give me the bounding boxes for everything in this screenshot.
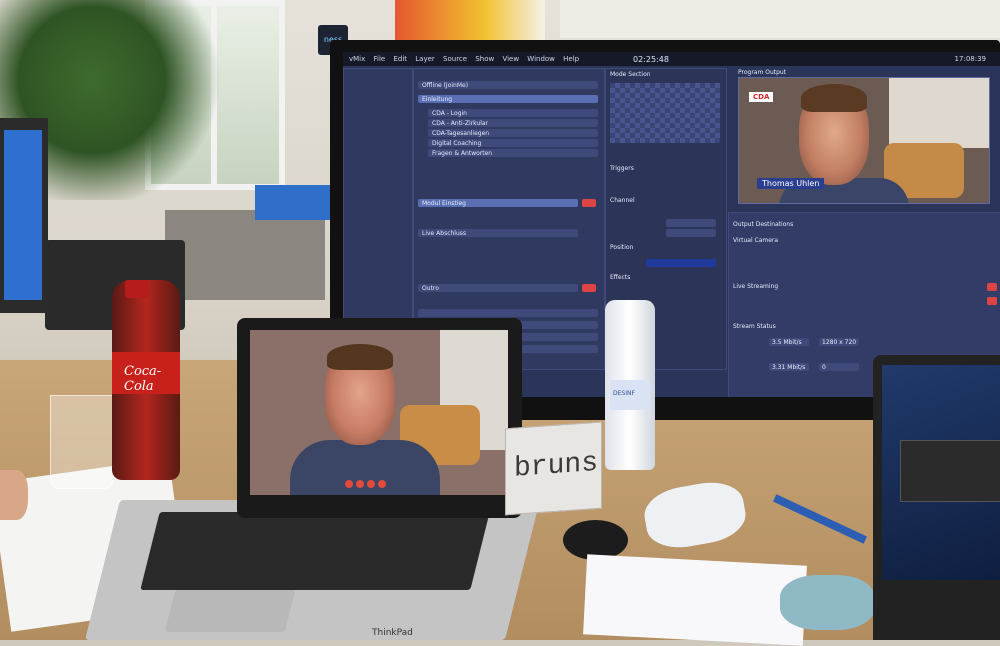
list-item[interactable]: Modul Einstieg (418, 199, 578, 207)
list-item[interactable]: Einleitung (418, 95, 598, 103)
bottle-label: Coca-Cola (112, 352, 180, 394)
menu-item[interactable]: Edit (393, 52, 407, 66)
inputs-sidebar (343, 68, 413, 340)
list-item[interactable]: CDA - Login (428, 109, 598, 117)
laptop-trackpad[interactable] (164, 590, 296, 632)
menu-item[interactable]: Layer (415, 52, 435, 66)
stream-timer: 02:25:48 (633, 55, 669, 64)
list-item[interactable]: Digital Coaching (428, 139, 598, 147)
menu-item[interactable]: File (374, 52, 386, 66)
left-monitor (0, 118, 48, 313)
laptop-brand: ThinkPad (372, 628, 413, 638)
back-shelf (165, 210, 325, 300)
video-call-screen (250, 330, 508, 495)
dropped-frames-field: 0 (819, 363, 859, 371)
program-output-video: CDA Thomas Uhlen (738, 77, 990, 204)
laptop-keyboard[interactable] (140, 512, 490, 590)
menu-item[interactable]: Source (443, 52, 467, 66)
hand (0, 470, 28, 520)
left-monitor-screen (4, 130, 42, 300)
list-item[interactable]: CDA - Anti-Zirkular (428, 119, 598, 127)
section-label: Virtual Camera (733, 237, 779, 244)
program-output-title: Program Output (738, 69, 787, 76)
delete-button[interactable] (582, 284, 596, 292)
section-label: Live Streaming (733, 283, 779, 290)
menu-item[interactable]: Help (563, 52, 579, 66)
menu-item[interactable]: Window (527, 52, 555, 66)
value-field[interactable] (666, 229, 716, 237)
menu-item[interactable]: vMix (349, 52, 365, 66)
lower-third-name: Thomas Uhlen (757, 178, 825, 189)
end-call-icon[interactable] (367, 480, 375, 488)
section-label: Position (610, 244, 634, 251)
list-item[interactable]: Live Abschluss (418, 229, 578, 237)
section-label: Triggers (610, 165, 634, 172)
blue-storage-box (255, 185, 330, 220)
app-menubar: vMix File Edit Layer Source Show View Wi… (343, 52, 1000, 66)
drinking-glass (50, 395, 114, 489)
preview-checkerboard (610, 83, 720, 143)
section-label: Effects (610, 274, 631, 281)
list-item[interactable]: Fragen & Antworten (428, 149, 598, 157)
spray-label: DESINF (610, 380, 650, 410)
list-item[interactable]: Outro (418, 284, 578, 292)
delete-button[interactable] (582, 199, 596, 207)
section-label: Channel (610, 197, 635, 204)
mute-icon[interactable] (345, 480, 353, 488)
system-clock: 17:08:39 (954, 55, 986, 63)
call-controls (345, 473, 389, 492)
preview-title: Mode Section (610, 71, 651, 78)
notepad (583, 554, 807, 646)
video-icon[interactable] (356, 480, 364, 488)
resolution-field: 1280 x 720 (819, 338, 859, 346)
menu-item[interactable]: Show (475, 52, 494, 66)
right-laptop-window (900, 440, 1000, 502)
list-item[interactable] (418, 309, 598, 317)
section-label: Output Destinations (733, 221, 794, 228)
share-icon[interactable] (378, 480, 386, 488)
section-label: Stream Status (733, 323, 776, 330)
menu-item[interactable]: View (502, 52, 519, 66)
nameplate: bruns (505, 421, 602, 516)
list-item[interactable]: Offline (JoinMe) (418, 81, 598, 89)
dropdown[interactable] (646, 259, 716, 267)
value-field[interactable] (666, 219, 716, 227)
stop-stream-button[interactable] (987, 283, 997, 291)
ceiling-strip (560, 0, 1000, 38)
current-upload-field: 3.31 Mbit/s (769, 363, 809, 371)
settings-button[interactable] (987, 297, 997, 305)
wall-artwork (395, 0, 545, 45)
target-bitrate-field: 3.5 Mbit/s (769, 338, 809, 346)
bottle-cap (125, 280, 149, 298)
blue-face-mask (780, 575, 875, 630)
list-item[interactable]: CDA-Tagesanliegen (428, 129, 598, 137)
cda-logo: CDA (749, 92, 774, 102)
